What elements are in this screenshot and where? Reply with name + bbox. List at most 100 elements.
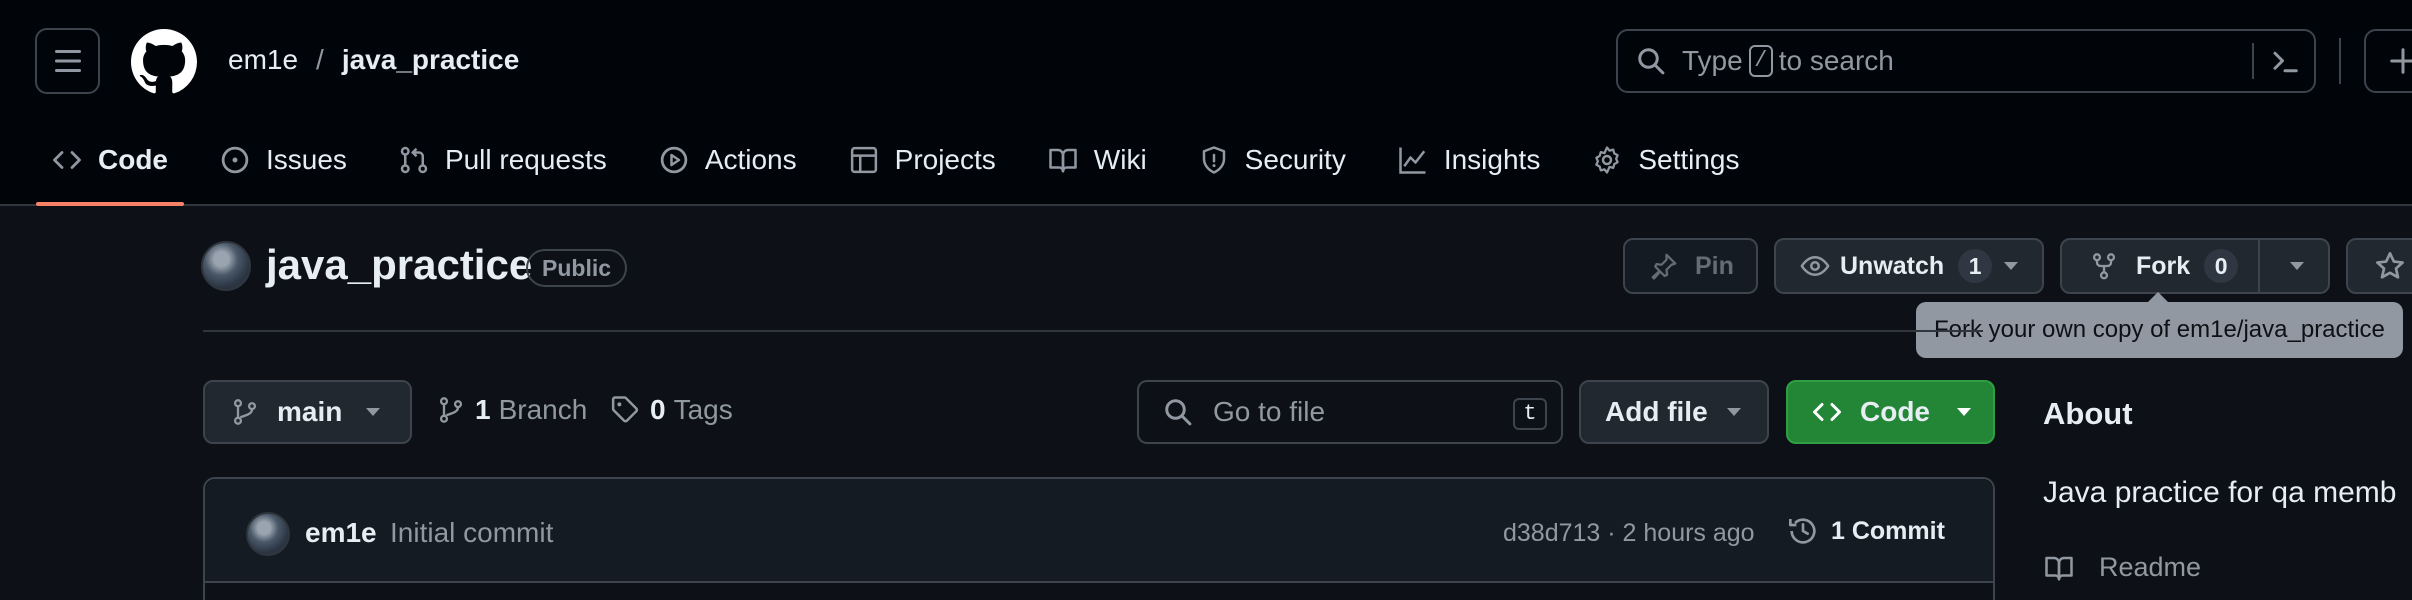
tab-projects[interactable]: Projects [833, 136, 1012, 184]
go-to-file-shortcut-key: t [1513, 398, 1547, 430]
add-file-button[interactable]: Add file [1579, 380, 1769, 444]
about-description: Java practice for qa memb [2043, 476, 2397, 509]
go-to-file-placeholder: Go to file [1213, 396, 1326, 427]
search-divider [2252, 43, 2254, 79]
plus-icon [2390, 48, 2412, 74]
repo-title[interactable]: java_practice [266, 241, 532, 289]
gear-icon [1595, 146, 1620, 174]
create-new-button[interactable] [2364, 29, 2412, 93]
graph-icon [1399, 147, 1426, 174]
tags-link[interactable]: 0 Tags [610, 394, 733, 426]
shield-icon [1202, 146, 1225, 174]
code-button-label: Code [1860, 396, 1930, 427]
repo-forked-icon [2092, 253, 2116, 280]
search-icon [1165, 399, 1192, 426]
code-dropdown-button[interactable]: Code [1786, 380, 1995, 444]
chevron-down-icon [1727, 408, 1741, 416]
readme-label: Readme [2099, 552, 2202, 582]
commit-message-link[interactable]: Initial commit [390, 517, 553, 549]
readme-link[interactable]: Readme [2043, 552, 2201, 583]
pin-label: Pin [1695, 251, 1734, 280]
tab-label: Insights [1443, 144, 1541, 175]
branch-count-label: Branch [498, 394, 588, 425]
search-prefix-text: Type [1682, 45, 1743, 76]
hamburger-icon [54, 50, 81, 72]
book-icon [1049, 148, 1077, 173]
visibility-badge: Public [526, 249, 628, 287]
chevron-down-icon [366, 408, 380, 416]
tab-label: Issues [266, 144, 347, 175]
commits-history-link[interactable]: 1 Commit [1787, 515, 1945, 547]
tab-settings[interactable]: Settings [1576, 136, 1755, 184]
commit-count-label: 1 Commit [1831, 516, 1945, 545]
code-icon [1813, 403, 1841, 421]
history-icon [1789, 518, 1816, 544]
search-input[interactable]: Type / to search [1616, 29, 2316, 93]
git-pull-request-icon [400, 146, 428, 174]
watch-counter: 1 [1958, 249, 1993, 283]
tab-label: Settings [1638, 144, 1740, 175]
tab-label: Security [1244, 144, 1346, 175]
branch-name: main [277, 396, 343, 427]
tag-count-number: 0 [650, 394, 666, 425]
fork-label: Fork [2136, 251, 2191, 280]
breadcrumb-owner-link[interactable]: em1e [228, 44, 298, 76]
commit-sha-and-time[interactable]: d38d713 · 2 hours ago [1503, 519, 1755, 548]
search-suffix-text: to search [1778, 45, 1894, 76]
unwatch-button[interactable]: Unwatch 1 [1774, 238, 2044, 294]
git-branch-icon [439, 397, 463, 423]
table-icon [850, 146, 877, 174]
owner-avatar[interactable] [201, 241, 251, 291]
tab-label: Pull requests [444, 144, 607, 175]
unwatch-label: Unwatch [1840, 251, 1945, 280]
tab-label: Code [98, 144, 168, 175]
go-to-file-input[interactable]: Go to file t [1137, 380, 1563, 444]
chevron-down-icon [2004, 262, 2018, 270]
breadcrumb-repo-link[interactable]: java_practice [342, 44, 519, 76]
tab-label: Wiki [1093, 144, 1147, 175]
commit-author-link[interactable]: em1e [305, 517, 377, 549]
command-palette-icon[interactable] [2270, 47, 2300, 77]
fork-button[interactable]: Fork 0 [2060, 238, 2330, 294]
star-button[interactable] [2346, 238, 2412, 294]
tab-code[interactable]: Code [36, 136, 184, 206]
tab-issues[interactable]: Issues [204, 136, 363, 184]
code-icon [53, 151, 81, 169]
star-icon [2376, 252, 2404, 279]
tab-security[interactable]: Security [1183, 136, 1362, 184]
search-shortcut-key: / [1748, 45, 1773, 77]
tab-actions[interactable]: Actions [643, 136, 813, 184]
tab-wiki[interactable]: Wiki [1032, 136, 1163, 184]
branches-link[interactable]: 1 Branch [437, 394, 587, 426]
chevron-down-icon [1957, 408, 1971, 416]
fork-tooltip: Fork your own copy of em1e/java_practice [1916, 292, 2403, 358]
fork-counter: 0 [2204, 249, 2239, 283]
file-list-box: em1e Initial commit d38d713 · 2 hours ag… [203, 477, 1995, 600]
breadcrumb-separator: / [316, 44, 324, 75]
header-divider [2339, 38, 2341, 84]
title-divider [203, 330, 1983, 332]
github-logo-icon[interactable] [131, 29, 197, 95]
tab-pull-requests[interactable]: Pull requests [383, 136, 623, 184]
tab-label: Actions [704, 144, 797, 175]
commit-author-avatar[interactable] [246, 512, 290, 556]
tab-insights[interactable]: Insights [1382, 136, 1557, 184]
repo-nav: Code Issues Pull requests Actions Projec… [36, 136, 1776, 206]
about-heading: About [2043, 396, 2133, 431]
tag-count-label: Tags [673, 394, 733, 425]
play-icon [660, 146, 688, 174]
fork-split-divider [2258, 239, 2261, 293]
chevron-down-icon[interactable] [2288, 260, 2306, 272]
tag-icon [611, 396, 639, 423]
global-header: em1e / java_practice Type / to search Co… [0, 0, 2412, 206]
pin-icon [1651, 253, 1677, 280]
breadcrumb: em1e / java_practice [228, 44, 519, 76]
book-icon [2045, 556, 2073, 580]
add-file-label: Add file [1605, 396, 1708, 427]
issue-opened-icon [221, 146, 249, 174]
pin-button[interactable]: Pin [1623, 238, 1758, 294]
menu-button[interactable] [35, 28, 100, 94]
tab-label: Projects [894, 144, 996, 175]
branch-select-button[interactable]: main [203, 380, 412, 444]
latest-commit-bar: em1e Initial commit d38d713 · 2 hours ag… [205, 479, 1993, 583]
